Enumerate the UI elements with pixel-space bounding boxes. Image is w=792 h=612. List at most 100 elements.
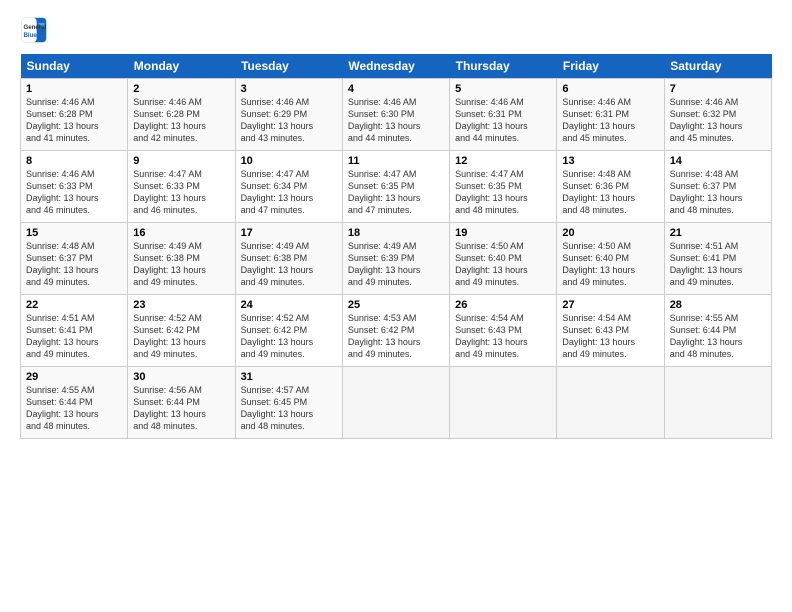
day-info: Sunrise: 4:48 AM Sunset: 6:37 PM Dayligh…	[26, 240, 122, 289]
day-info: Sunrise: 4:48 AM Sunset: 6:37 PM Dayligh…	[670, 168, 766, 217]
day-info: Sunrise: 4:57 AM Sunset: 6:45 PM Dayligh…	[241, 384, 337, 433]
column-header-thursday: Thursday	[450, 54, 557, 79]
day-number: 9	[133, 155, 229, 167]
day-cell: 25Sunrise: 4:53 AM Sunset: 6:42 PM Dayli…	[342, 295, 449, 367]
day-number: 31	[241, 371, 337, 383]
week-row-1: 1 Sunrise: 4:46 AM Sunset: 6:28 PM Daylig…	[21, 79, 772, 151]
day-cell	[664, 367, 771, 439]
day-info: Sunrise: 4:46 AM Sunset: 6:31 PM Dayligh…	[562, 96, 658, 145]
day-info: Sunrise: 4:49 AM Sunset: 6:39 PM Dayligh…	[348, 240, 444, 289]
week-row-2: 8Sunrise: 4:46 AM Sunset: 6:33 PM Daylig…	[21, 151, 772, 223]
day-cell: 15Sunrise: 4:48 AM Sunset: 6:37 PM Dayli…	[21, 223, 128, 295]
day-number: 7	[670, 83, 766, 95]
day-number: 6	[562, 83, 658, 95]
day-info: Sunrise: 4:49 AM Sunset: 6:38 PM Dayligh…	[133, 240, 229, 289]
header: General Blue	[20, 16, 772, 44]
day-number: 25	[348, 299, 444, 311]
day-cell: 28Sunrise: 4:55 AM Sunset: 6:44 PM Dayli…	[664, 295, 771, 367]
day-info: Sunrise: 4:48 AM Sunset: 6:36 PM Dayligh…	[562, 168, 658, 217]
column-header-saturday: Saturday	[664, 54, 771, 79]
day-cell: 16Sunrise: 4:49 AM Sunset: 6:38 PM Dayli…	[128, 223, 235, 295]
day-number: 10	[241, 155, 337, 167]
day-number: 22	[26, 299, 122, 311]
day-info: Sunrise: 4:46 AM Sunset: 6:33 PM Dayligh…	[26, 168, 122, 217]
day-cell: 8Sunrise: 4:46 AM Sunset: 6:33 PM Daylig…	[21, 151, 128, 223]
day-info: Sunrise: 4:54 AM Sunset: 6:43 PM Dayligh…	[562, 312, 658, 361]
day-info: Sunrise: 4:51 AM Sunset: 6:41 PM Dayligh…	[670, 240, 766, 289]
day-number: 2	[133, 83, 229, 95]
header-row: SundayMondayTuesdayWednesdayThursdayFrid…	[21, 54, 772, 79]
day-cell	[450, 367, 557, 439]
day-info: Sunrise: 4:50 AM Sunset: 6:40 PM Dayligh…	[562, 240, 658, 289]
day-info: Sunrise: 4:46 AM Sunset: 6:31 PM Dayligh…	[455, 96, 551, 145]
day-cell: 30Sunrise: 4:56 AM Sunset: 6:44 PM Dayli…	[128, 367, 235, 439]
column-header-monday: Monday	[128, 54, 235, 79]
day-cell: 26Sunrise: 4:54 AM Sunset: 6:43 PM Dayli…	[450, 295, 557, 367]
day-info: Sunrise: 4:46 AM Sunset: 6:28 PM Dayligh…	[133, 96, 229, 145]
day-number: 16	[133, 227, 229, 239]
day-number: 20	[562, 227, 658, 239]
day-cell: 11Sunrise: 4:47 AM Sunset: 6:35 PM Dayli…	[342, 151, 449, 223]
day-info: Sunrise: 4:52 AM Sunset: 6:42 PM Dayligh…	[241, 312, 337, 361]
day-number: 21	[670, 227, 766, 239]
day-cell: 4Sunrise: 4:46 AM Sunset: 6:30 PM Daylig…	[342, 79, 449, 151]
day-cell: 10Sunrise: 4:47 AM Sunset: 6:34 PM Dayli…	[235, 151, 342, 223]
day-number: 24	[241, 299, 337, 311]
day-number: 4	[348, 83, 444, 95]
day-number: 18	[348, 227, 444, 239]
day-info: Sunrise: 4:53 AM Sunset: 6:42 PM Dayligh…	[348, 312, 444, 361]
day-number: 15	[26, 227, 122, 239]
day-cell: 12Sunrise: 4:47 AM Sunset: 6:35 PM Dayli…	[450, 151, 557, 223]
day-number: 13	[562, 155, 658, 167]
day-number: 14	[670, 155, 766, 167]
day-cell: 23Sunrise: 4:52 AM Sunset: 6:42 PM Dayli…	[128, 295, 235, 367]
week-row-5: 29Sunrise: 4:55 AM Sunset: 6:44 PM Dayli…	[21, 367, 772, 439]
day-number: 1	[26, 83, 122, 95]
day-cell: 24Sunrise: 4:52 AM Sunset: 6:42 PM Dayli…	[235, 295, 342, 367]
day-number: 3	[241, 83, 337, 95]
week-row-3: 15Sunrise: 4:48 AM Sunset: 6:37 PM Dayli…	[21, 223, 772, 295]
day-cell: 17Sunrise: 4:49 AM Sunset: 6:38 PM Dayli…	[235, 223, 342, 295]
day-number: 19	[455, 227, 551, 239]
day-cell	[342, 367, 449, 439]
day-cell: 2Sunrise: 4:46 AM Sunset: 6:28 PM Daylig…	[128, 79, 235, 151]
column-header-friday: Friday	[557, 54, 664, 79]
day-cell: 18Sunrise: 4:49 AM Sunset: 6:39 PM Dayli…	[342, 223, 449, 295]
day-info: Sunrise: 4:46 AM Sunset: 6:32 PM Dayligh…	[670, 96, 766, 145]
day-number: 29	[26, 371, 122, 383]
svg-text:General: General	[24, 24, 47, 31]
day-number: 12	[455, 155, 551, 167]
day-cell: 3Sunrise: 4:46 AM Sunset: 6:29 PM Daylig…	[235, 79, 342, 151]
logo-icon: General Blue	[20, 16, 48, 44]
day-info: Sunrise: 4:51 AM Sunset: 6:41 PM Dayligh…	[26, 312, 122, 361]
day-number: 8	[26, 155, 122, 167]
day-number: 30	[133, 371, 229, 383]
day-cell: 20Sunrise: 4:50 AM Sunset: 6:40 PM Dayli…	[557, 223, 664, 295]
page: General Blue SundayMondayTuesdayWednesda…	[0, 0, 792, 612]
day-cell: 9Sunrise: 4:47 AM Sunset: 6:33 PM Daylig…	[128, 151, 235, 223]
day-number: 26	[455, 299, 551, 311]
day-number: 23	[133, 299, 229, 311]
day-number: 5	[455, 83, 551, 95]
column-header-tuesday: Tuesday	[235, 54, 342, 79]
day-cell: 27Sunrise: 4:54 AM Sunset: 6:43 PM Dayli…	[557, 295, 664, 367]
day-info: Sunrise: 4:49 AM Sunset: 6:38 PM Dayligh…	[241, 240, 337, 289]
svg-text:Blue: Blue	[24, 32, 38, 39]
day-info: Sunrise: 4:52 AM Sunset: 6:42 PM Dayligh…	[133, 312, 229, 361]
day-info: Sunrise: 4:47 AM Sunset: 6:33 PM Dayligh…	[133, 168, 229, 217]
column-header-wednesday: Wednesday	[342, 54, 449, 79]
day-cell: 6Sunrise: 4:46 AM Sunset: 6:31 PM Daylig…	[557, 79, 664, 151]
day-info: Sunrise: 4:47 AM Sunset: 6:35 PM Dayligh…	[455, 168, 551, 217]
day-cell: 31Sunrise: 4:57 AM Sunset: 6:45 PM Dayli…	[235, 367, 342, 439]
day-cell: 7Sunrise: 4:46 AM Sunset: 6:32 PM Daylig…	[664, 79, 771, 151]
day-info: Sunrise: 4:46 AM Sunset: 6:30 PM Dayligh…	[348, 96, 444, 145]
day-info: Sunrise: 4:55 AM Sunset: 6:44 PM Dayligh…	[670, 312, 766, 361]
column-header-sunday: Sunday	[21, 54, 128, 79]
day-cell: 21Sunrise: 4:51 AM Sunset: 6:41 PM Dayli…	[664, 223, 771, 295]
day-number: 28	[670, 299, 766, 311]
day-info: Sunrise: 4:47 AM Sunset: 6:34 PM Dayligh…	[241, 168, 337, 217]
day-cell: 19Sunrise: 4:50 AM Sunset: 6:40 PM Dayli…	[450, 223, 557, 295]
day-info: Sunrise: 4:54 AM Sunset: 6:43 PM Dayligh…	[455, 312, 551, 361]
day-info: Sunrise: 4:50 AM Sunset: 6:40 PM Dayligh…	[455, 240, 551, 289]
day-number: 27	[562, 299, 658, 311]
